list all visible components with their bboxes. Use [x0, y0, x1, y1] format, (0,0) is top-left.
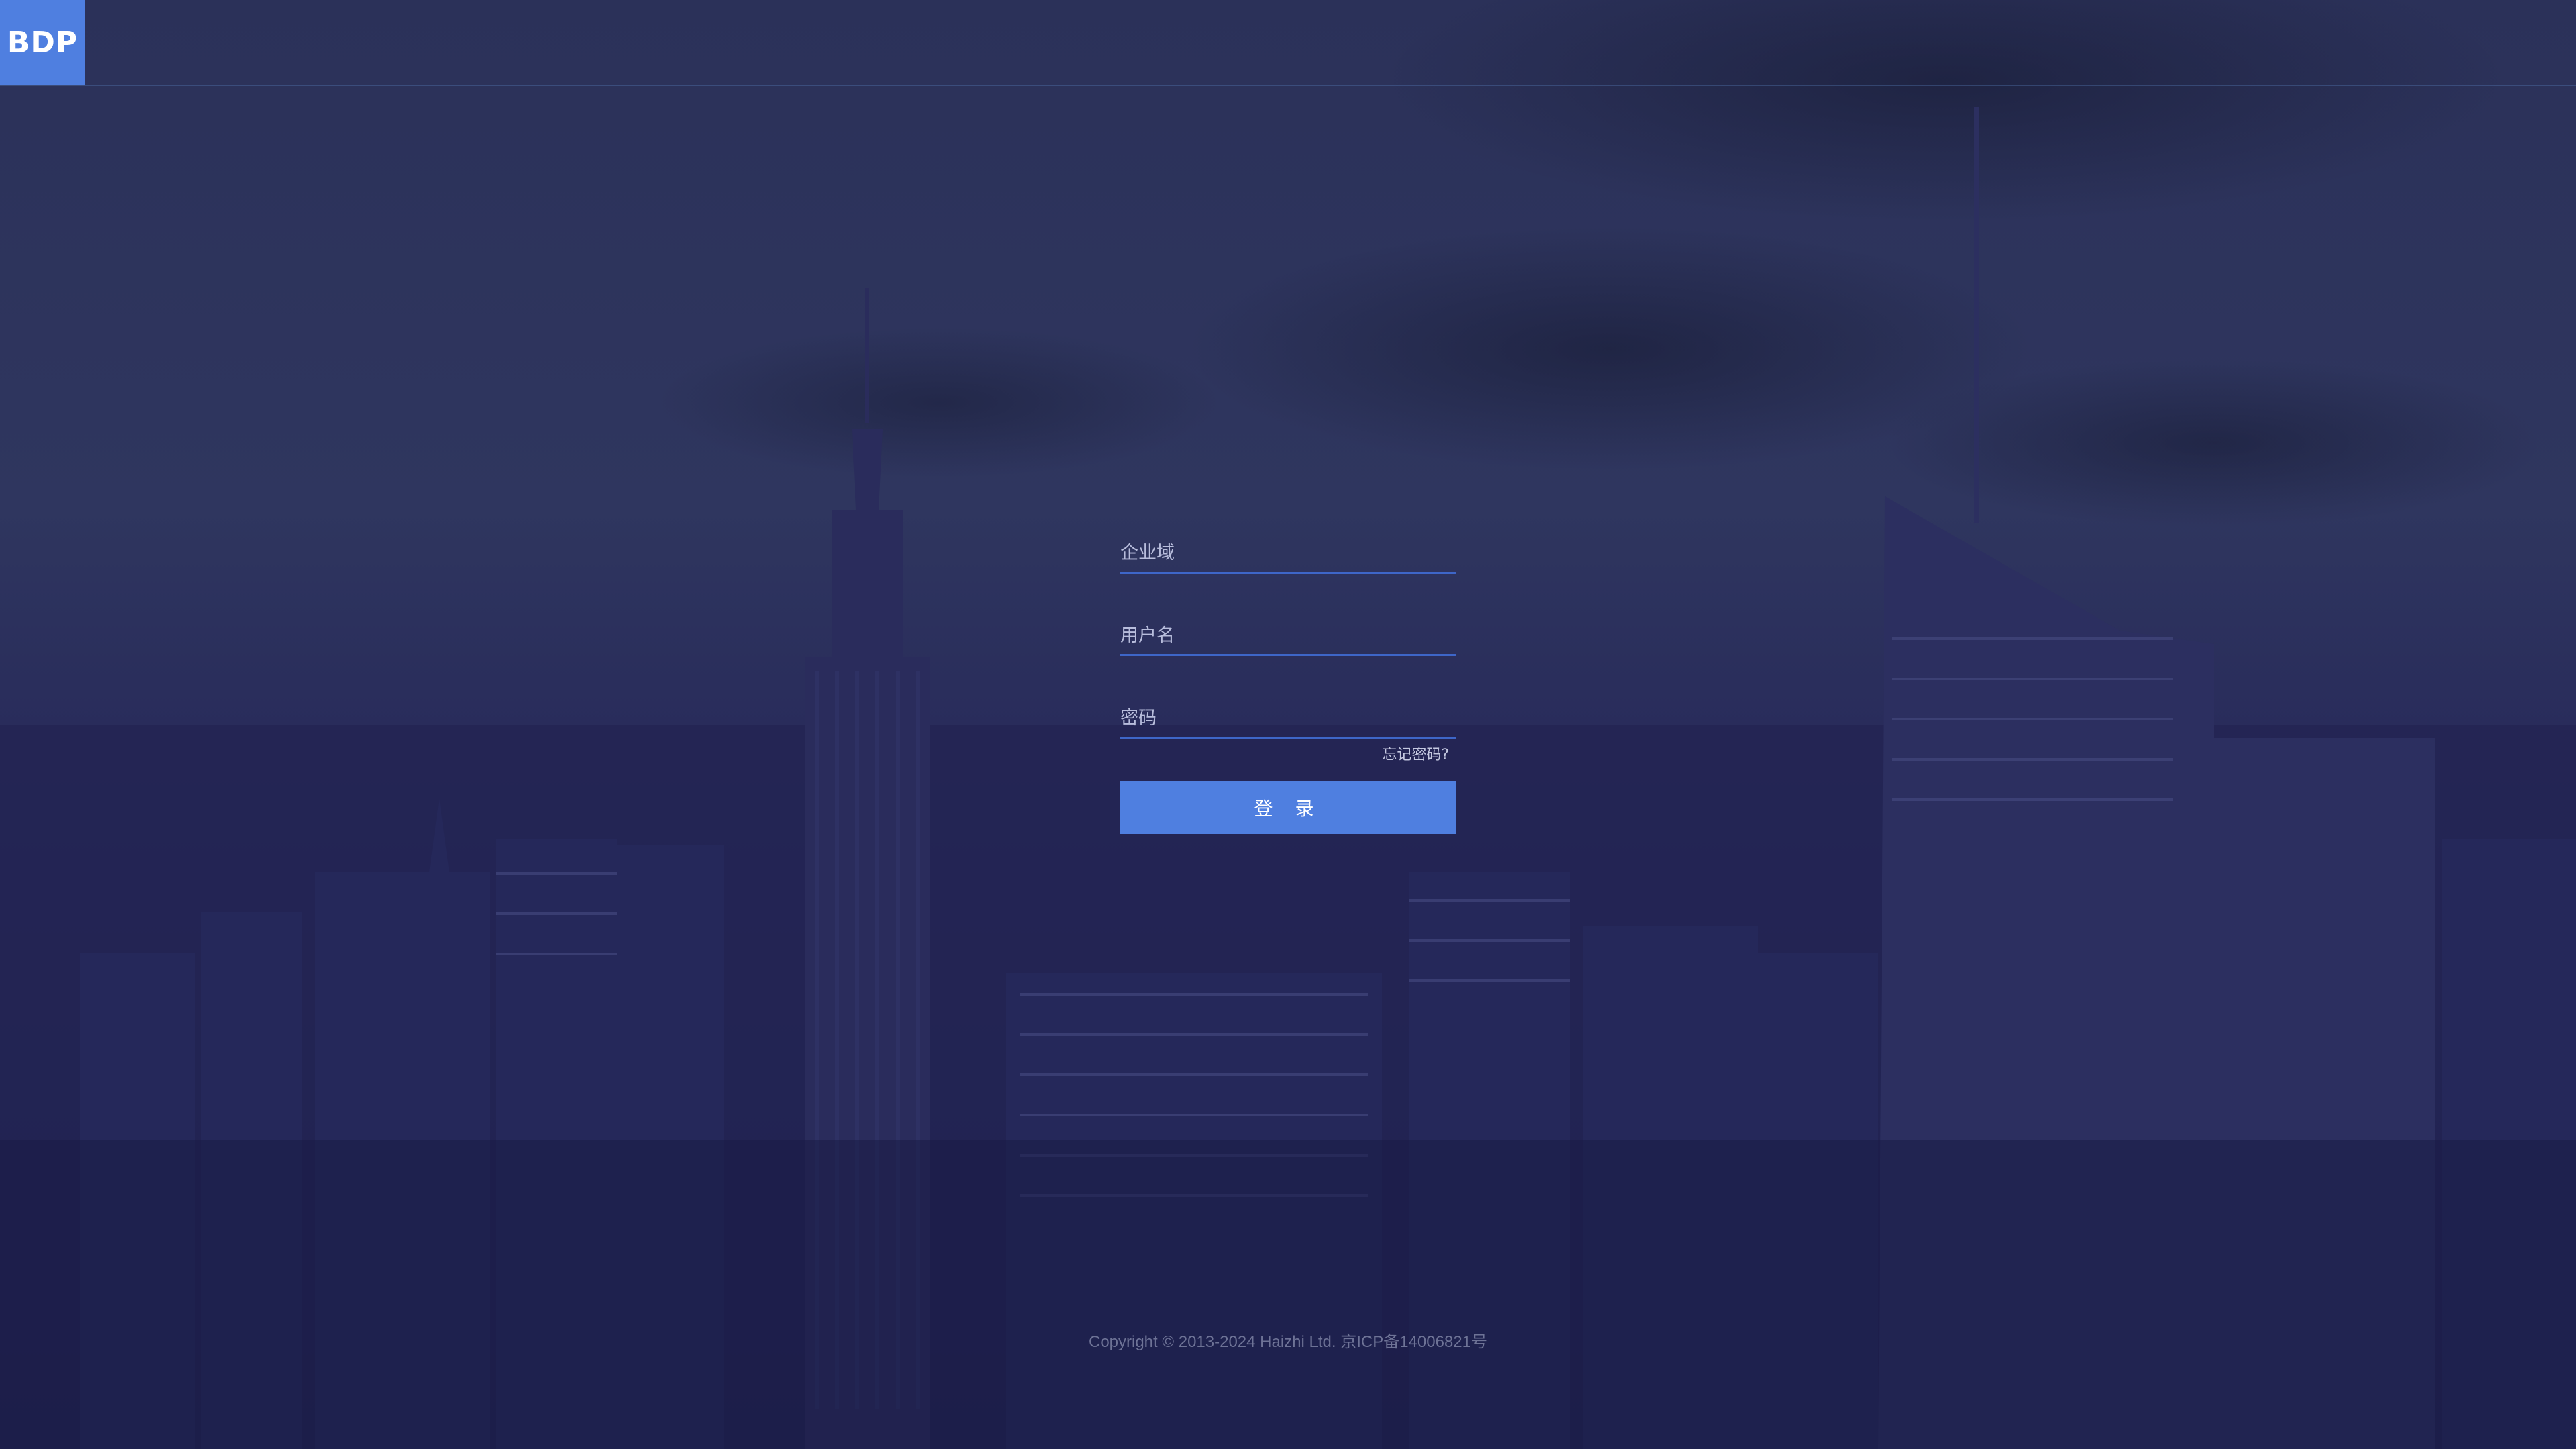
copyright-footer: Copyright © 2013-2024 Haizhi Ltd. 京ICP备1…: [1088, 1333, 1488, 1351]
username-input[interactable]: [1120, 621, 1456, 650]
domain-field: [1120, 530, 1456, 574]
forgot-password-link[interactable]: 忘记密码?: [1382, 743, 1449, 764]
username-field: [1120, 612, 1456, 656]
password-field: [1120, 695, 1456, 739]
login-button[interactable]: 登 录: [1120, 781, 1456, 834]
domain-input[interactable]: [1120, 538, 1456, 568]
top-bar: BDP: [0, 0, 2576, 86]
app-logo[interactable]: BDP: [0, 0, 85, 85]
password-input[interactable]: [1120, 703, 1456, 733]
logo-text: BDP: [7, 25, 78, 60]
login-form: 忘记密码? 登 录: [1120, 530, 1456, 834]
